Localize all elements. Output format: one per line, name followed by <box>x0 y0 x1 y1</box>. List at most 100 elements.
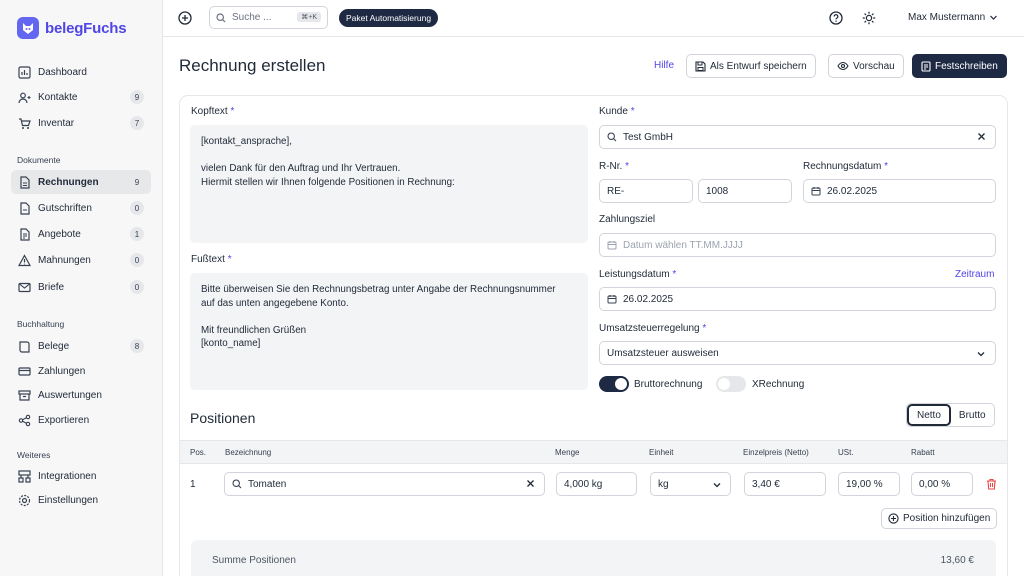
col-qty: Menge <box>555 448 580 457</box>
user-name: Max Mustermann <box>908 12 986 23</box>
save-draft-label: Als Entwurf speichern <box>710 60 807 72</box>
tax-value: Umsatzsteuer ausweisen <box>607 347 719 359</box>
footer-text-label: Fußtext * <box>191 254 232 265</box>
header-text-area[interactable]: [kontakt_ansprache], vielen Dank für den… <box>190 125 588 243</box>
plan-badge[interactable]: Paket Automatisierung <box>339 9 439 27</box>
sidebar-item-label: Exportieren <box>38 414 90 426</box>
clear-icon[interactable] <box>526 479 535 488</box>
unit-select[interactable]: kg <box>650 472 731 496</box>
service-date-value: 26.02.2025 <box>623 293 674 305</box>
gross-option[interactable]: Brutto <box>951 404 994 426</box>
net-option[interactable]: Netto <box>907 404 951 426</box>
customer-label: Kunde * <box>599 106 635 117</box>
calendar-icon <box>811 186 821 196</box>
xrechnung-toggle[interactable] <box>716 376 746 392</box>
sidebar-item-gutschriften[interactable]: Gutschriften 0 <box>11 196 151 220</box>
integrations-icon <box>17 469 31 483</box>
toggle-knob <box>718 378 730 390</box>
eye-icon <box>837 61 849 71</box>
app-name: belegFuchs <box>45 19 127 37</box>
service-date-field[interactable]: 26.02.2025 <box>599 287 996 311</box>
due-date-field[interactable]: Datum wählen TT.MM.JJJJ <box>599 233 996 257</box>
help-link[interactable]: Hilfe <box>654 60 674 71</box>
col-price: Einzelpreis (Netto) <box>743 448 809 457</box>
sidebar-item-auswertungen[interactable]: Auswertungen <box>11 383 151 407</box>
page-title: Rechnung erstellen <box>179 56 326 75</box>
book-icon <box>17 339 31 353</box>
service-date-label: Leistungsdatum * <box>599 269 676 280</box>
add-position-label: Position hinzufügen <box>903 513 991 524</box>
rnr-prefix-field[interactable]: RE- <box>599 179 693 203</box>
sidebar-item-kontakte[interactable]: Kontakte 9 <box>11 85 151 109</box>
header-text-label: Kopftext * <box>191 106 234 117</box>
positions-table-header: Pos. Bezeichnung Menge Einheit Einzelpre… <box>180 440 1007 464</box>
mail-icon <box>17 280 31 294</box>
price-value: 3,40 € <box>752 478 780 490</box>
invoice-date-field[interactable]: 26.02.2025 <box>803 179 996 203</box>
sum-label: Summe Positionen <box>212 555 296 566</box>
sidebar-item-dashboard[interactable]: Dashboard <box>11 60 151 84</box>
sidebar-item-belege[interactable]: Belege 8 <box>11 334 151 358</box>
theme-sun-icon[interactable] <box>861 10 877 26</box>
search-icon <box>607 132 617 142</box>
sidebar-item-angebote[interactable]: Angebote 1 <box>11 222 151 246</box>
help-icon[interactable] <box>828 10 844 26</box>
search-input[interactable]: Suche ... ⌘+K <box>209 6 328 29</box>
fox-logo-icon <box>17 17 39 39</box>
tax-rate-field[interactable]: 19,00 % <box>838 472 900 496</box>
add-position-button[interactable]: Position hinzufügen <box>881 508 998 529</box>
sidebar-item-label: Zahlungen <box>38 365 86 377</box>
sidebar-item-zahlungen[interactable]: Zahlungen <box>11 359 151 383</box>
position-name-field[interactable]: Tomaten <box>224 472 545 496</box>
gross-invoice-toggle[interactable] <box>599 376 629 392</box>
credit-note-icon <box>17 201 31 215</box>
unit-value: kg <box>658 478 669 490</box>
summary-box: Summe Positionen 13,60 € <box>191 540 996 576</box>
user-menu[interactable]: Max Mustermann <box>908 12 998 23</box>
sidebar-item-exportieren[interactable]: Exportieren <box>11 408 151 432</box>
archive-icon <box>17 388 31 402</box>
toggle-knob <box>615 378 627 390</box>
section-label-weiteres: Weiteres <box>17 450 51 460</box>
save-draft-button[interactable]: Als Entwurf speichern <box>686 54 816 78</box>
sidebar-item-inventar[interactable]: Inventar 7 <box>11 111 151 135</box>
calendar-icon <box>607 240 617 250</box>
sidebar-item-label: Mahnungen <box>38 254 91 266</box>
trash-icon[interactable] <box>983 476 999 492</box>
quantity-field[interactable]: 4,000 kg <box>556 472 637 496</box>
sidebar-item-integrationen[interactable]: Integrationen <box>11 464 151 488</box>
discount-field[interactable]: 0,00 % <box>911 472 973 496</box>
required-mark: * <box>702 323 707 334</box>
label-text: Kunde <box>599 106 628 117</box>
tax-select[interactable]: Umsatzsteuer ausweisen <box>599 341 996 365</box>
preview-button[interactable]: Vorschau <box>828 54 904 78</box>
logo[interactable]: belegFuchs <box>17 17 127 39</box>
count-badge: 8 <box>130 339 144 353</box>
add-icon[interactable] <box>177 10 193 26</box>
rnr-number-field[interactable]: 1008 <box>698 179 792 203</box>
footer-text-area[interactable]: Bitte überweisen Sie den Rechnungsbetrag… <box>190 273 588 390</box>
discount-value: 0,00 % <box>919 478 951 490</box>
payments-icon <box>17 364 31 378</box>
label-text: Rechnungsdatum <box>803 161 882 172</box>
count-badge: 7 <box>130 116 144 130</box>
sidebar-item-briefe[interactable]: Briefe 0 <box>11 275 151 299</box>
row-pos: 1 <box>190 479 196 490</box>
clear-icon[interactable] <box>977 132 986 141</box>
search-icon <box>232 479 242 489</box>
required-mark: * <box>672 269 677 280</box>
tax-rate-value: 19,00 % <box>846 478 883 490</box>
sidebar-item-mahnungen[interactable]: Mahnungen 0 <box>11 248 151 272</box>
cart-icon <box>17 116 31 130</box>
customer-field[interactable]: Test GmbH <box>599 125 996 149</box>
required-mark: * <box>227 254 232 265</box>
save-icon <box>695 60 706 72</box>
period-link[interactable]: Zeitraum <box>955 269 994 280</box>
sidebar-item-einstellungen[interactable]: Einstellungen <box>11 488 151 512</box>
sidebar-item-rechnungen[interactable]: Rechnungen 9 <box>11 170 151 194</box>
invoice-date-value: 26.02.2025 <box>827 185 878 197</box>
dashboard-icon <box>17 65 31 79</box>
finalize-button[interactable]: Festschreiben <box>912 54 1007 78</box>
price-field[interactable]: 3,40 € <box>744 472 826 496</box>
invoice-icon <box>17 175 31 189</box>
